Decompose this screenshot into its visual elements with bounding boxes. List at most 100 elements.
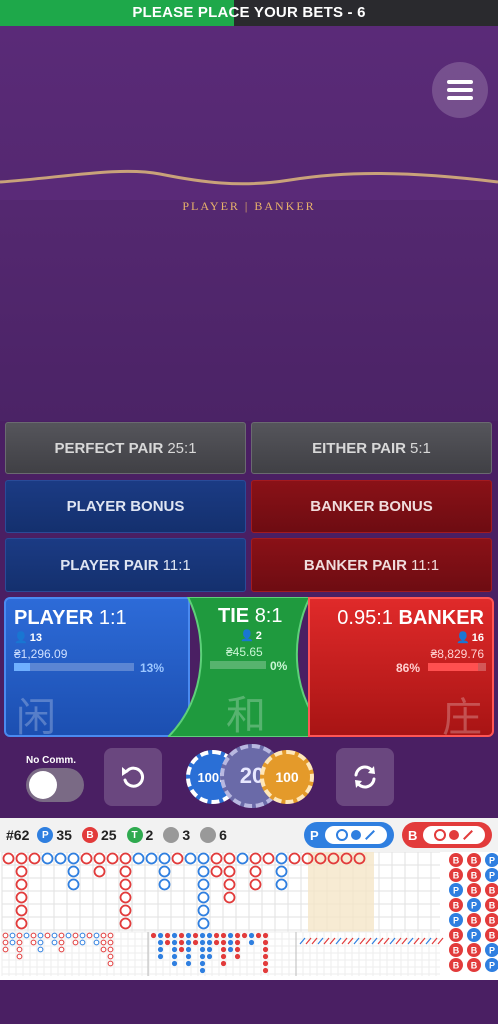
small-road-mark [199,932,206,939]
tie-percent-bar [210,661,266,669]
player-glyph: 闲 [16,695,56,737]
small-road-mark [220,939,227,946]
big-eye-road-mark [16,953,23,960]
bet-label: EITHER PAIR [312,439,407,457]
small-road-mark [192,932,199,939]
bead-letter: P [453,886,459,896]
undo-button[interactable] [104,748,162,806]
player-road-mark [158,878,171,891]
banker-title: 0.95:1 BANKER [337,607,484,629]
big-eye-road-mark [79,939,86,946]
prediction-icons [324,826,387,844]
big-eye-road-mark [23,932,30,939]
bead-letter: B [453,946,460,956]
banker-pair-wins: 6 [200,827,227,843]
no-commission-toggle[interactable] [26,768,84,802]
big-eye-road-mark [16,932,23,939]
either-pair-bet[interactable]: EITHER PAIR 5:1 [251,422,492,474]
banker-main-bet[interactable]: 0.95:1 BANKER 👤 16 ₴8,829.76 86% 庄 [308,597,494,737]
banker-road-mark [80,852,93,865]
banker-prediction-button[interactable]: B [402,822,492,848]
banker-glyph: 庄 [442,695,482,737]
big-eye-road-mark [100,932,107,939]
small-road-mark [199,946,206,953]
bet-label: BANKER BONUS [310,498,433,515]
player-prediction-button[interactable]: P [304,822,394,848]
big-eye-road-mark [72,932,79,939]
chip-100[interactable]: 100 [260,750,314,804]
banker-pair-bet[interactable]: BANKER PAIR 11:1 [251,538,492,592]
big-eye-road-mark [58,939,65,946]
player-road-mark [67,878,80,891]
big-eye-road-mark [100,939,107,946]
player-percent-bar [14,663,134,671]
repeat-icon [354,765,376,789]
banker-road-mark [249,852,262,865]
player-road-mark [236,852,249,865]
prediction-icons [423,826,486,844]
small-road-mark [262,932,269,939]
banker-road-mark [119,891,132,904]
bead-letter: B [471,856,478,866]
small-road-mark [213,939,220,946]
banker-bonus-bet[interactable]: BANKER BONUS [251,480,492,533]
banker-road-mark [93,852,106,865]
tie-main-bet[interactable]: TIE 8:1 👤 2 ₴45.65 0% 和 [170,597,330,737]
small-road-mark [171,939,178,946]
tie-wins: T2 [126,827,153,843]
bet-odds: 11:1 [162,556,191,574]
player-main-bet[interactable]: PLAYER 1:1 👤 13 ₴1,296.09 13% 闲 [4,597,190,737]
player-bonus-bet[interactable]: PLAYER BONUS [5,480,246,533]
banker-road-mark [93,865,106,878]
repeat-button[interactable] [336,748,394,806]
small-road-mark [150,932,157,939]
player-title: PLAYER 1:1 [14,607,127,629]
bead-letter: B [471,871,478,881]
banker-road-mark [28,852,41,865]
player-amount: ₴1,296.09 [14,647,68,661]
perfect-pair-bet[interactable]: PERFECT PAIR 25:1 [5,422,246,474]
player-road-mark [197,891,210,904]
bead-letter: P [453,916,459,926]
banker-road-mark [223,878,236,891]
player-road-mark [197,865,210,878]
banker-road-mark [223,852,236,865]
big-eye-road-mark [58,932,65,939]
small-road-mark [185,946,192,953]
player-count: 👤 13 [14,631,42,645]
player-road-mark [145,852,158,865]
big-eye-road-mark [79,932,86,939]
banker-road-mark [119,865,132,878]
big-eye-road-mark [107,946,114,953]
banker-count: 👤 16 [456,631,484,645]
small-road-mark [164,932,171,939]
person-icon: 👤 [456,632,470,644]
small-road-mark [171,946,178,953]
betting-timer-bar: PLEASE PLACE YOUR BETS - 6 [0,0,498,26]
small-road-mark [185,953,192,960]
bead-letter: B [471,961,478,971]
player-pair-bet[interactable]: PLAYER PAIR 11:1 [5,538,246,592]
undo-icon [122,766,145,788]
banker-road-mark [119,852,132,865]
banker-road-mark [15,852,28,865]
small-road-mark [185,939,192,946]
small-road-mark [262,939,269,946]
banker-road-mark [249,878,262,891]
menu-button[interactable] [432,62,488,118]
bet-label: BANKER PAIR [303,556,407,574]
big-eye-road-mark [30,939,37,946]
bet-label: PERFECT PAIR [54,439,164,457]
tie-amount: ₴45.65 [226,645,263,659]
small-road-mark [262,967,269,974]
small-road-mark [178,932,185,939]
bead-letter: B [453,871,460,881]
small-road-mark [262,946,269,953]
player-road-mark [158,852,171,865]
banker-road-mark [106,852,119,865]
bead-letter: P [471,901,477,911]
player-road-mark [54,852,67,865]
small-road-mark [192,939,199,946]
bead-letter: B [453,856,460,866]
banker-road-mark [15,891,28,904]
